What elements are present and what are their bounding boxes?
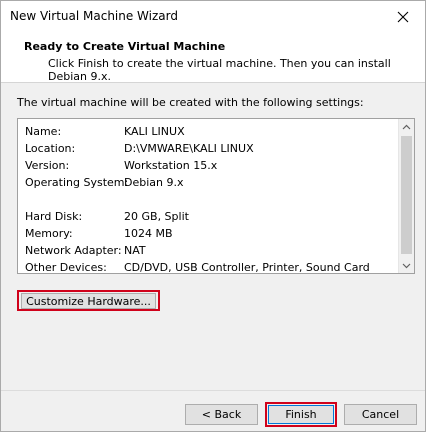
wizard-header: Ready to Create Virtual Machine Click Fi… [1,32,425,83]
chevron-up-icon [402,124,411,129]
setting-key: Memory: [25,227,73,240]
setting-key: Name: [25,125,62,138]
close-icon [397,11,409,22]
footer-divider [1,390,425,391]
back-button[interactable]: < Back [185,404,258,425]
setting-value: 20 GB, Split [124,210,189,223]
setting-key: Hard Disk: [25,210,83,223]
wizard-window: New Virtual Machine Wizard Ready to Crea… [0,0,426,432]
settings-summary-box[interactable]: Name: KALI LINUX Location: D:\VMWARE\KAL… [17,118,415,274]
finish-button[interactable]: Finish [268,405,334,424]
setting-value: NAT [124,244,146,257]
intro-text: The virtual machine will be created with… [17,96,364,109]
scroll-down-button[interactable] [399,258,414,273]
scroll-up-button[interactable] [399,119,414,134]
window-title: New Virtual Machine Wizard [10,9,178,23]
setting-key: Network Adapter: [25,244,122,257]
setting-key: Version: [25,159,70,172]
title-bar: New Virtual Machine Wizard [1,1,425,32]
setting-value: Debian 9.x [124,176,184,189]
setting-key: Location: [25,142,76,155]
customize-hardware-button[interactable]: Customize Hardware... [21,293,156,309]
cancel-button[interactable]: Cancel [344,404,417,425]
close-button[interactable] [381,1,425,32]
setting-value: D:\VMWARE\KALI LINUX [124,142,254,155]
setting-value: KALI LINUX [124,125,185,138]
page-subtitle: Click Finish to create the virtual machi… [48,57,391,83]
chevron-down-icon [402,263,411,268]
setting-value: CD/DVD, USB Controller, Printer, Sound C… [124,261,370,274]
setting-key: Other Devices: [25,261,107,274]
setting-value: 1024 MB [124,227,173,240]
page-title: Ready to Create Virtual Machine [24,40,226,53]
scroll-thumb[interactable] [401,136,412,254]
vertical-scrollbar[interactable] [398,119,414,273]
setting-value: Workstation 15.x [124,159,218,172]
setting-key: Operating System: [25,176,129,189]
